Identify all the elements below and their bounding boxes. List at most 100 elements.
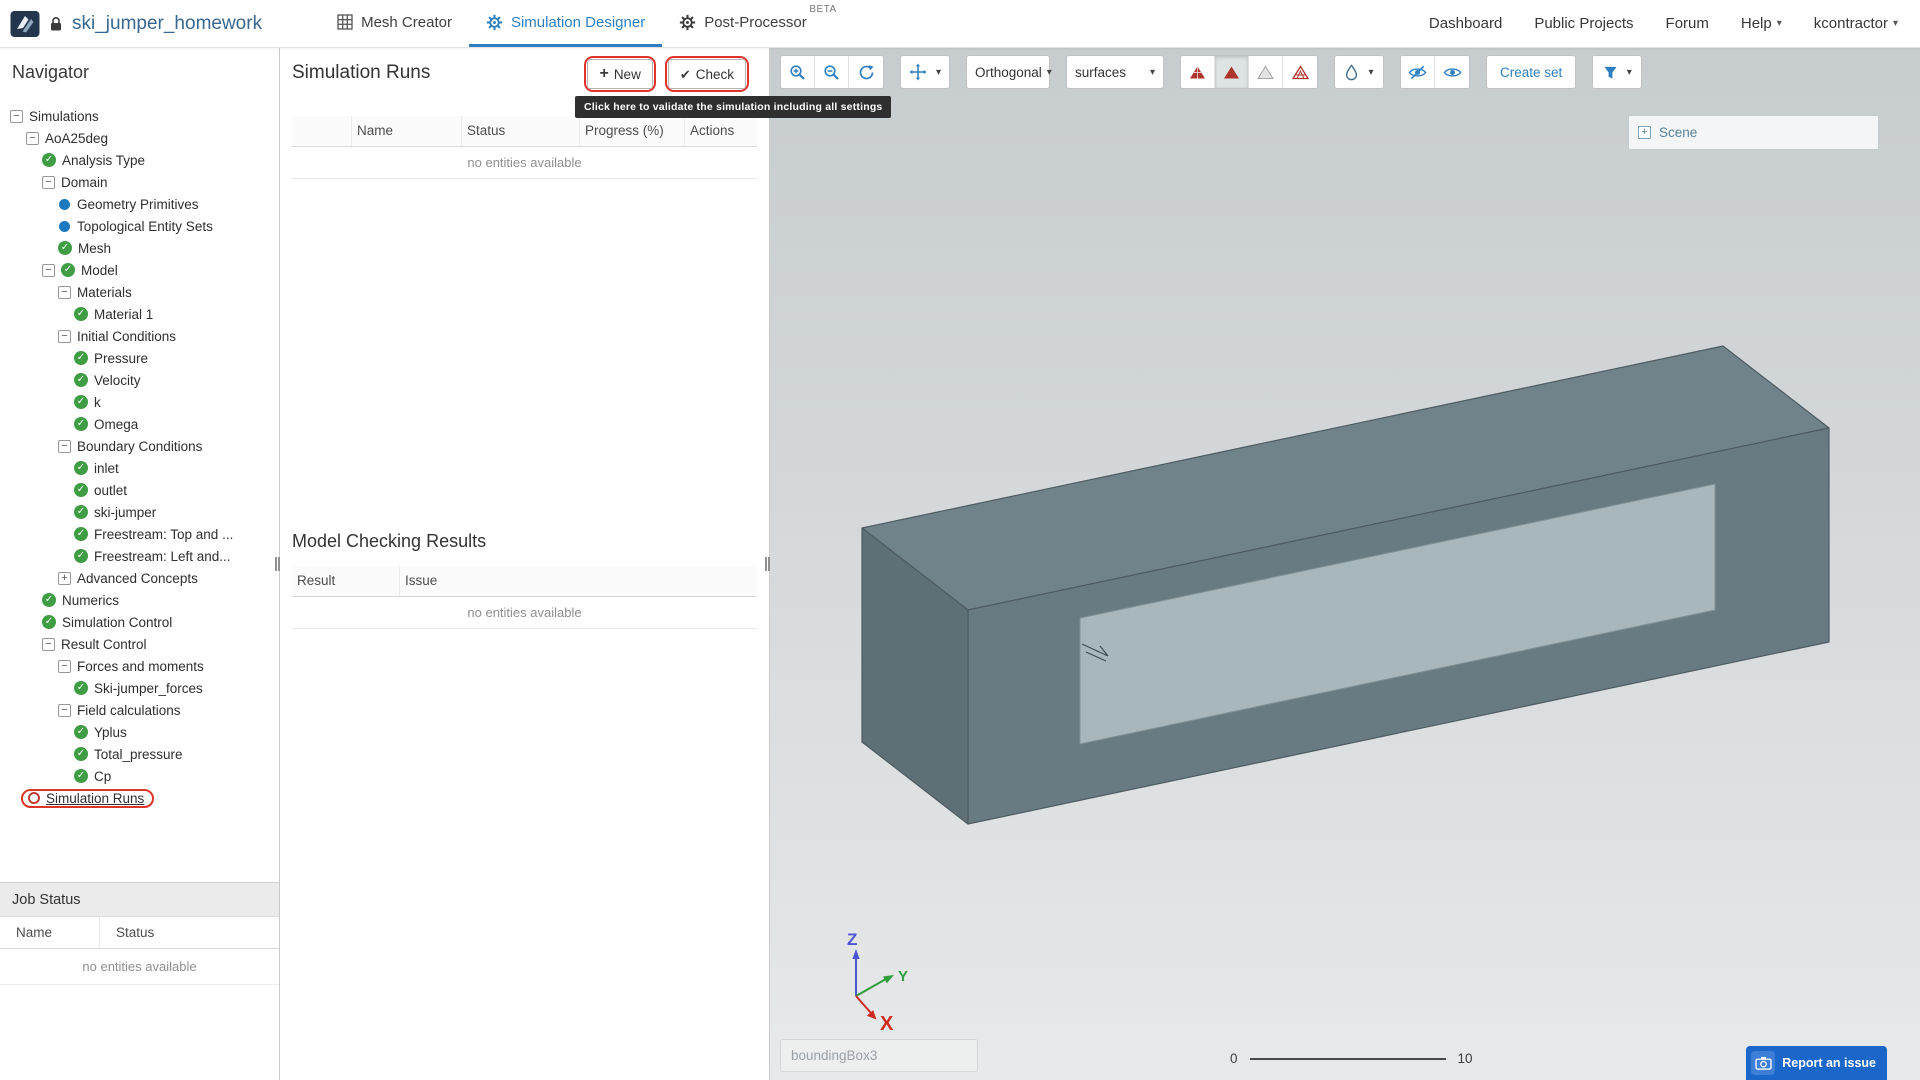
collapse-icon[interactable]: − bbox=[58, 285, 71, 299]
model-checking-empty-text: no entities available bbox=[292, 597, 757, 629]
tree-item-boundary-conditions[interactable]: − Boundary Conditions bbox=[0, 435, 279, 457]
collapse-icon[interactable]: − bbox=[42, 175, 55, 189]
pan-tool-dropdown[interactable]: ▾ bbox=[901, 56, 949, 88]
chevron-down-icon: ▾ bbox=[1626, 66, 1632, 78]
status-check-icon: ✓ bbox=[58, 241, 72, 255]
simscale-logo[interactable] bbox=[10, 10, 40, 38]
nav-dashboard[interactable]: Dashboard bbox=[1429, 15, 1502, 32]
tab-mesh-creator[interactable]: Mesh Creator bbox=[320, 0, 469, 47]
expand-icon[interactable]: + bbox=[58, 571, 71, 585]
tree-item-total-pressure[interactable]: ✓ Total_pressure bbox=[0, 743, 279, 765]
tab-post-processor[interactable]: Post-Processor BETA bbox=[662, 0, 841, 47]
tree-item-material-1[interactable]: ✓ Material 1 bbox=[0, 303, 279, 325]
tree-item-numerics[interactable]: ✓ Numerics bbox=[0, 589, 279, 611]
new-run-button[interactable]: + New bbox=[587, 59, 653, 89]
tree-item-label: Analysis Type bbox=[62, 152, 146, 168]
report-issue-button[interactable]: Report an issue bbox=[1746, 1046, 1887, 1080]
nav-link-label: kcontractor bbox=[1813, 15, 1888, 32]
tree-item-label: Numerics bbox=[62, 592, 120, 608]
tree-item-outlet[interactable]: ✓ outlet bbox=[0, 479, 279, 501]
runs-table-header: Name Status Progress (%) Actions bbox=[292, 116, 757, 147]
camera-icon bbox=[1751, 1051, 1776, 1075]
selection-name-input[interactable]: boundingBox3 bbox=[780, 1039, 978, 1072]
tree-item-ski-jumper-forces[interactable]: ✓ Ski-jumper_forces bbox=[0, 677, 279, 699]
tree-item-label: Result Control bbox=[61, 636, 147, 652]
tree-item-geometry-primitives[interactable]: Geometry Primitives bbox=[0, 193, 279, 215]
tree-item-advanced-concepts[interactable]: + Advanced Concepts bbox=[0, 567, 279, 589]
nav-link-label: Dashboard bbox=[1428, 15, 1503, 32]
tree-item-label: Topological Entity Sets bbox=[77, 218, 213, 234]
collapse-icon[interactable]: − bbox=[58, 659, 71, 673]
render-mode-hidden-button[interactable] bbox=[1249, 56, 1283, 88]
panel-resize-handle[interactable] bbox=[275, 557, 281, 571]
collapse-icon[interactable]: − bbox=[58, 439, 71, 453]
tree-item-forces-and-moments[interactable]: − Forces and moments bbox=[0, 655, 279, 677]
runs-panel-title: Simulation Runs bbox=[292, 62, 431, 83]
tree-item-simulation-control[interactable]: ✓ Simulation Control bbox=[0, 611, 279, 633]
render-style-select[interactable]: surfaces ▾ bbox=[1066, 55, 1164, 89]
refresh-view-button[interactable] bbox=[849, 56, 883, 88]
tab-simulation-designer[interactable]: Simulation Designer bbox=[468, 0, 663, 47]
nav-public-projects[interactable]: Public Projects bbox=[1534, 15, 1633, 32]
column-header-result: Result bbox=[292, 566, 400, 596]
collapse-icon[interactable]: − bbox=[58, 329, 71, 343]
tree-item-label: AoA25deg bbox=[45, 130, 109, 146]
panel-resize-handle[interactable] bbox=[765, 557, 771, 571]
tree-item-pressure[interactable]: ✓ Pressure bbox=[0, 347, 279, 369]
job-status-panel: Job Status Name Status no entities avail… bbox=[0, 882, 279, 1080]
color-dropdown[interactable]: ▾ bbox=[1335, 56, 1383, 88]
collapse-icon[interactable]: − bbox=[26, 131, 39, 145]
tree-item-freestream-top-and[interactable]: ✓ Freestream: Top and ... bbox=[0, 523, 279, 545]
tree-item-simulations[interactable]: − Simulations bbox=[0, 105, 279, 127]
tree-item-topological-entity-sets[interactable]: Topological Entity Sets bbox=[0, 215, 279, 237]
tree-item-analysis-type[interactable]: ✓ Analysis Type bbox=[0, 149, 279, 171]
render-mode-solid-button[interactable] bbox=[1181, 56, 1215, 88]
tree-item-yplus[interactable]: ✓ Yplus bbox=[0, 721, 279, 743]
viewport-3d[interactable]: ▾ Orthogonal ▾ surfaces ▾ ▾ Create set ▾… bbox=[770, 48, 1920, 1080]
collapse-icon[interactable]: − bbox=[10, 109, 23, 123]
viewport-canvas[interactable] bbox=[770, 48, 1920, 1080]
tree-item-domain[interactable]: − Domain bbox=[0, 171, 279, 193]
zoom-in-button[interactable] bbox=[781, 56, 815, 88]
scene-panel[interactable]: + Scene bbox=[1628, 115, 1879, 150]
tree-item-simulation-runs[interactable]: Simulation Runs bbox=[0, 787, 279, 809]
tree-item-inlet[interactable]: ✓ inlet bbox=[0, 457, 279, 479]
render-mode-wireframe-button[interactable] bbox=[1283, 56, 1317, 88]
tree-item-result-control[interactable]: − Result Control bbox=[0, 633, 279, 655]
projection-select[interactable]: Orthogonal ▾ bbox=[966, 55, 1052, 89]
collapse-icon[interactable]: − bbox=[58, 703, 71, 717]
check-icon: ✔ bbox=[679, 66, 691, 82]
tree-item-initial-conditions[interactable]: − Initial Conditions bbox=[0, 325, 279, 347]
filter-dropdown[interactable]: ▾ bbox=[1593, 56, 1642, 88]
runs-table-empty-text: no entities available bbox=[292, 147, 757, 179]
tree-item-cp[interactable]: ✓ Cp bbox=[0, 765, 279, 787]
zoom-out-button[interactable] bbox=[815, 56, 849, 88]
show-all-button[interactable] bbox=[1435, 56, 1469, 88]
column-header-status: Status bbox=[462, 116, 580, 146]
collapse-icon[interactable]: − bbox=[42, 637, 55, 651]
tree-item-aoa25deg[interactable]: − AoA25deg bbox=[0, 127, 279, 149]
annotation-highlight: ✔ Check bbox=[664, 56, 749, 92]
nav-forum[interactable]: Forum bbox=[1666, 15, 1709, 32]
tree-item-mesh[interactable]: ✓ Mesh bbox=[0, 237, 279, 259]
tree-item-field-calculations[interactable]: − Field calculations bbox=[0, 699, 279, 721]
hide-selection-button[interactable] bbox=[1401, 56, 1435, 88]
check-simulation-button[interactable]: ✔ Check bbox=[667, 59, 746, 89]
tree-item-freestream-left-and[interactable]: ✓ Freestream: Left and... bbox=[0, 545, 279, 567]
tree-item-k[interactable]: ✓ k bbox=[0, 391, 279, 413]
tree-item-velocity[interactable]: ✓ Velocity bbox=[0, 369, 279, 391]
tree-item-model[interactable]: − ✓ Model bbox=[0, 259, 279, 281]
render-mode-surfaces-button[interactable] bbox=[1215, 56, 1249, 88]
tree-item-label: Domain bbox=[61, 174, 108, 190]
tree-item-label: Omega bbox=[94, 416, 139, 432]
nav-help-menu[interactable]: Help ▾ bbox=[1741, 15, 1782, 32]
tree-item-omega[interactable]: ✓ Omega bbox=[0, 413, 279, 435]
tree-item-ski-jumper[interactable]: ✓ ski-jumper bbox=[0, 501, 279, 523]
tree-item-materials[interactable]: − Materials bbox=[0, 281, 279, 303]
create-set-button[interactable]: Create set bbox=[1486, 55, 1577, 89]
nav-user-menu[interactable]: kcontractor ▾ bbox=[1814, 15, 1898, 32]
plus-icon: + bbox=[599, 65, 609, 82]
collapse-icon[interactable]: − bbox=[42, 263, 55, 277]
tree-item-label: Freestream: Left and... bbox=[94, 548, 231, 564]
render-mode-group bbox=[1180, 55, 1318, 89]
